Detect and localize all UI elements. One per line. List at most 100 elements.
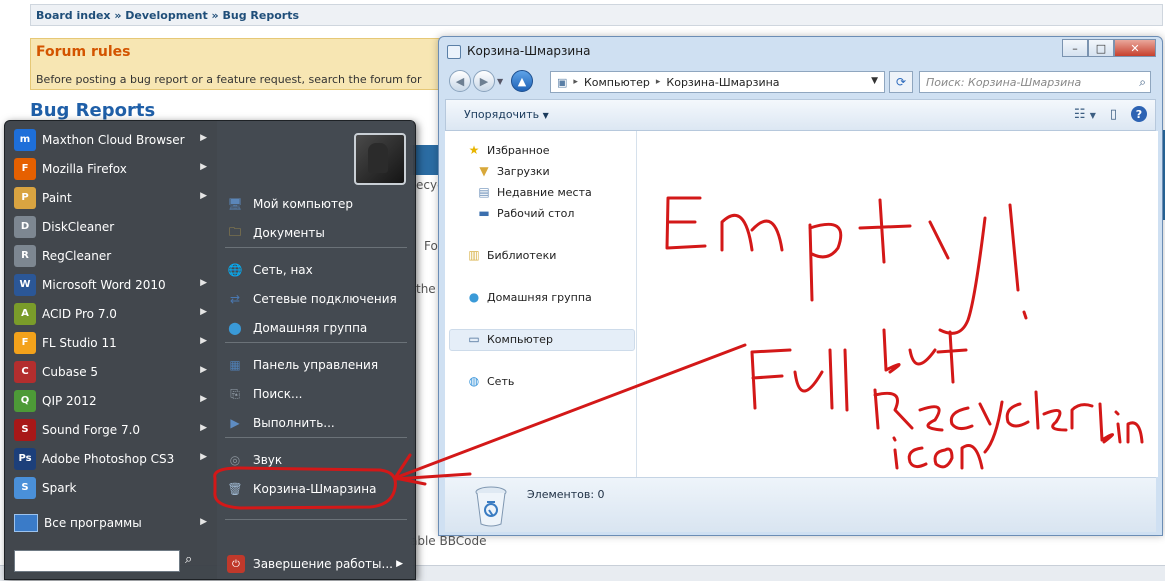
program-item[interactable]: R RegCleaner <box>9 242 213 269</box>
search-icon[interactable]: ⌕ <box>185 552 192 567</box>
title-bar[interactable]: Корзина-Шмарзина – □ ✕ <box>439 37 1162 65</box>
nav-item-recent[interactable]: ▤ Недавние места <box>477 185 591 199</box>
word-icon: W <box>14 273 36 296</box>
file-list-area[interactable] <box>637 131 1158 477</box>
firefox-icon: F <box>14 157 36 180</box>
start-right-item[interactable]: ⇄ Сетевые подключения <box>221 286 409 312</box>
start-right-item[interactable]: 🗀 Документы <box>221 220 409 246</box>
program-label: Paint <box>42 190 72 205</box>
breadcrumb[interactable]: Board index » Development » Bug Reports <box>30 4 1163 26</box>
help-icon[interactable]: ? <box>1131 106 1147 122</box>
up-button[interactable]: ▲ <box>511 70 533 92</box>
spark-icon: S <box>14 476 36 499</box>
diskcleaner-icon: D <box>14 215 36 238</box>
chevron-right-icon[interactable]: ▶ <box>200 336 207 346</box>
program-label: Spark <box>42 480 77 495</box>
history-dropdown-icon[interactable]: ▼ <box>497 77 503 86</box>
computer-icon: ▭ <box>468 332 480 346</box>
chevron-right-icon[interactable]: ▶ <box>200 452 207 462</box>
program-item[interactable]: C Cubase 5 ▶ <box>9 358 213 385</box>
program-item[interactable]: D DiskCleaner <box>9 213 213 240</box>
chevron-right-icon[interactable]: ▶ <box>200 278 207 288</box>
address-bar[interactable]: ▣ ▸ Компьютер ▸ Корзина-Шмарзина ▼ <box>550 71 885 93</box>
start-right-item[interactable]: 🖥 Мой компьютер <box>221 191 409 217</box>
program-item[interactable]: Q QIP 2012 ▶ <box>9 387 213 414</box>
organize-button[interactable]: Упорядочить ▼ <box>464 108 549 121</box>
chevron-right-icon[interactable]: ▶ <box>200 365 207 375</box>
refresh-button[interactable]: ⟳ <box>889 71 913 93</box>
program-item[interactable]: A ACID Pro 7.0 ▶ <box>9 300 213 327</box>
menu-separator <box>225 342 407 343</box>
program-item[interactable]: S Sound Forge 7.0 ▶ <box>9 416 213 443</box>
chevron-right-icon[interactable]: ▶ <box>200 394 207 404</box>
qip-icon: Q <box>14 389 36 412</box>
program-item[interactable]: m Maxthon Cloud Browser ▶ <box>9 126 213 153</box>
page-title[interactable]: Bug Reports <box>30 100 155 121</box>
start-menu: m Maxthon Cloud Browser ▶ F Mozilla Firefox ▶… <box>4 120 416 580</box>
chevron-right-icon[interactable]: ▶ <box>396 559 403 569</box>
minimize-button[interactable]: – <box>1062 39 1088 57</box>
menu-separator <box>225 247 407 248</box>
program-item[interactable]: Ps Adobe Photoshop CS3 ▶ <box>9 445 213 472</box>
start-menu-right-pane: 🖥 Мой компьютер 🗀 Документы 🌐 Сеть, нах ⇄ Сетев… <box>217 121 413 579</box>
start-right-label: Выполнить... <box>253 416 335 430</box>
chevron-down-icon[interactable]: ▼ <box>871 76 878 86</box>
program-item[interactable]: S Spark <box>9 474 213 501</box>
chevron-right-icon[interactable]: ▶ <box>200 423 207 433</box>
start-right-item[interactable]: 🌐 Сеть, нах <box>221 257 409 283</box>
menu-separator <box>225 437 407 438</box>
preview-pane-icon[interactable]: ▯ <box>1110 107 1117 122</box>
recent-places-icon: ▤ <box>478 185 490 199</box>
program-item[interactable]: W Microsoft Word 2010 ▶ <box>9 271 213 298</box>
chevron-right-icon[interactable]: ▶ <box>200 307 207 317</box>
address-segment[interactable]: Корзина-Шмарзина <box>666 76 779 89</box>
forward-button[interactable]: ▶ <box>473 70 495 92</box>
documents-icon: 🗀 <box>228 224 241 239</box>
bg-text-fragment: the <box>416 282 436 296</box>
start-right-item[interactable]: ◎ Звук <box>221 447 409 473</box>
start-right-label: Корзина-Шмарзина <box>253 482 377 496</box>
chevron-right-icon[interactable]: ▶ <box>200 133 207 143</box>
program-item[interactable]: F FL Studio 11 ▶ <box>9 329 213 356</box>
program-label: Maxthon Cloud Browser <box>42 132 185 147</box>
nav-item-computer[interactable]: ▭ Компьютер <box>467 332 553 346</box>
all-programs-button[interactable]: Все программы ▶ <box>9 511 213 535</box>
nav-item-desktop[interactable]: ▬ Рабочий стол <box>477 206 574 220</box>
start-search-input[interactable] <box>14 550 180 572</box>
program-item[interactable]: F Mozilla Firefox ▶ <box>9 155 213 182</box>
search-icon[interactable]: ⌕ <box>1139 75 1146 90</box>
program-label: Microsoft Word 2010 <box>42 277 166 292</box>
address-segment[interactable]: Компьютер <box>584 76 650 89</box>
close-button[interactable]: ✕ <box>1114 39 1156 57</box>
maximize-button[interactable]: □ <box>1088 39 1114 57</box>
program-label: Mozilla Firefox <box>42 161 127 176</box>
nav-item-network[interactable]: ◍ Сеть <box>467 374 515 388</box>
nav-item-libraries[interactable]: ▥ Библиотеки <box>467 248 556 262</box>
start-right-label: Панель управления <box>253 358 379 372</box>
chevron-right-icon[interactable]: ▶ <box>200 162 207 172</box>
item-count: Элементов: 0 <box>527 488 605 501</box>
shutdown-button[interactable]: ⏻ Завершение работы... ▶ <box>221 552 411 576</box>
avatar[interactable] <box>354 133 406 185</box>
start-right-item[interactable]: ▶ Выполнить... <box>221 410 409 436</box>
network-icon: ◍ <box>468 374 480 388</box>
program-item[interactable]: P Paint ▶ <box>9 184 213 211</box>
program-label: ACID Pro 7.0 <box>42 306 117 321</box>
nav-item-homegroup[interactable]: ● Домашняя группа <box>467 290 592 304</box>
explorer-window: Корзина-Шмарзина – □ ✕ ◀ ▶ ▼ ▲ ▣ ▸ Компь… <box>438 36 1163 536</box>
back-button[interactable]: ◀ <box>449 70 471 92</box>
recycle-bin-icon <box>447 45 461 59</box>
view-options-icon[interactable]: ☷ ▼ <box>1074 107 1096 122</box>
start-right-item[interactable]: ▦ Панель управления <box>221 352 409 378</box>
start-right-item[interactable]: ⬤ Домашняя группа <box>221 315 409 341</box>
nav-item-favorites[interactable]: ★ Избранное <box>467 143 550 157</box>
chevron-right-icon[interactable]: ▶ <box>200 191 207 201</box>
search-input[interactable]: Поиск: Корзина-Шмарзина ⌕ <box>919 71 1151 93</box>
nav-item-downloads[interactable]: ▼ Загрузки <box>477 164 549 178</box>
start-right-item[interactable]: 🗑 Корзина-Шмарзина <box>221 476 409 502</box>
program-label: RegCleaner <box>42 248 112 263</box>
chevron-right-icon: ▸ <box>573 77 578 87</box>
start-right-item[interactable]: ⎘ Поиск... <box>221 381 409 407</box>
libraries-icon: ▥ <box>468 248 480 262</box>
start-right-label: Документы <box>253 226 325 240</box>
